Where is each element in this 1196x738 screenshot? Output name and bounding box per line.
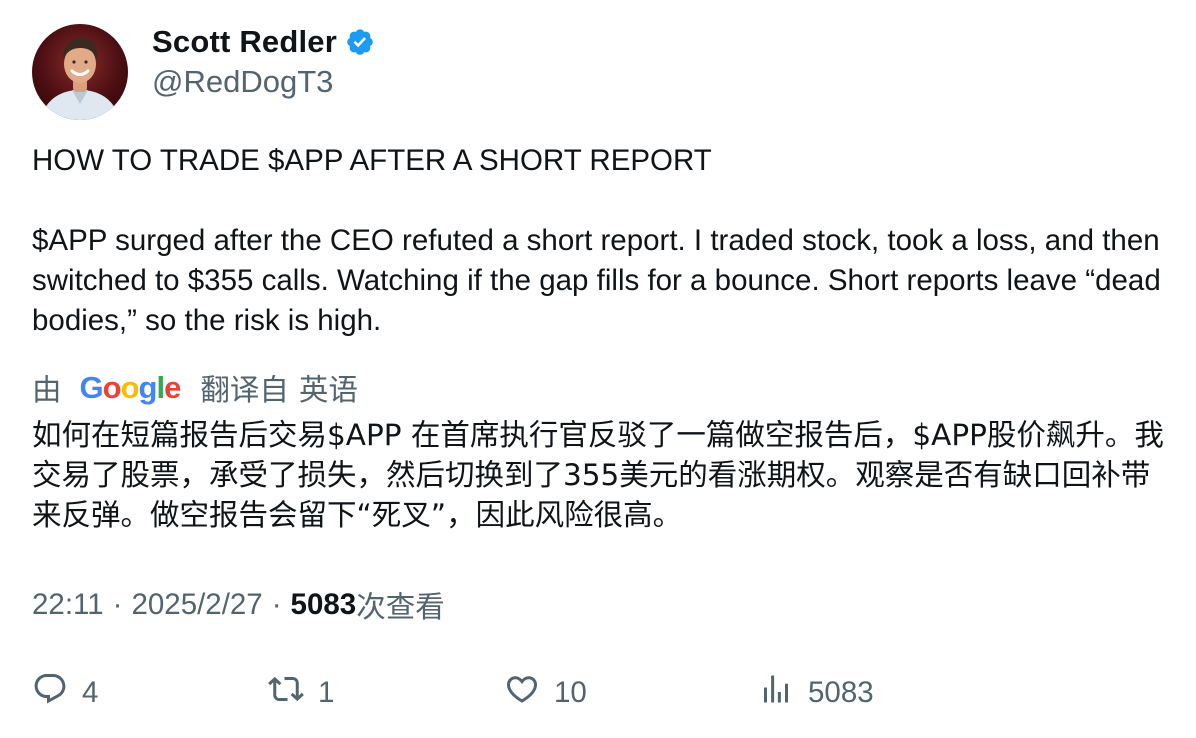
google-letter: o: [120, 370, 140, 405]
views-count: 5083: [290, 588, 357, 621]
source-language: 英语: [298, 374, 358, 407]
tweet-card: Scott Redler @RedDogT3 HOW TO TRADE $APP…: [0, 0, 1196, 738]
google-logo: G o o g l e: [79, 370, 182, 406]
reply-button[interactable]: 4: [32, 668, 98, 718]
tweet-metadata: 22:11 · 2025/2/27 · 5083 次查看: [32, 583, 445, 627]
google-letter: e: [164, 370, 181, 405]
avatar[interactable]: [32, 24, 128, 120]
meta-separator: ·: [112, 588, 123, 621]
retweet-icon: [268, 671, 304, 715]
reply-icon: [32, 671, 68, 715]
retweet-count: 1: [318, 676, 335, 709]
translated-from-label: 翻译自: [200, 374, 289, 407]
like-button[interactable]: 10: [504, 668, 587, 718]
tweet-text: HOW TO TRADE $APP AFTER A SHORT REPORT $…: [32, 144, 1161, 337]
views-label: 次查看: [356, 591, 445, 624]
meta-separator: ·: [271, 588, 282, 621]
verified-badge-icon[interactable]: [345, 27, 375, 57]
views-chart-icon: [758, 671, 794, 715]
google-letter: G: [79, 370, 104, 405]
translated-by-label: 由: [32, 374, 62, 407]
display-name-row: Scott Redler: [152, 22, 375, 62]
tweet-date[interactable]: 2025/2/27: [131, 588, 262, 622]
retweet-button[interactable]: 1: [268, 668, 334, 718]
views-action-count: 5083: [808, 676, 874, 709]
reply-count: 4: [82, 676, 99, 709]
translation-attribution: 由 G o o g l e 翻译自 英语: [32, 366, 358, 410]
like-count: 10: [554, 676, 587, 709]
google-letter: l: [156, 370, 165, 405]
translated-text: 如何在短篇报告后交易$APP 在首席执行官反驳了一篇做空报告后，$APP股价飙升…: [32, 418, 1164, 532]
heart-icon: [504, 671, 540, 715]
google-letter: o: [102, 370, 122, 405]
tweet-time[interactable]: 22:11: [32, 588, 104, 622]
user-handle[interactable]: @RedDogT3: [152, 62, 333, 102]
action-bar: 4 1 10 5083: [0, 668, 1196, 718]
google-letter: g: [138, 370, 158, 405]
views-button[interactable]: 5083: [758, 668, 874, 718]
display-name[interactable]: Scott Redler: [152, 24, 337, 60]
